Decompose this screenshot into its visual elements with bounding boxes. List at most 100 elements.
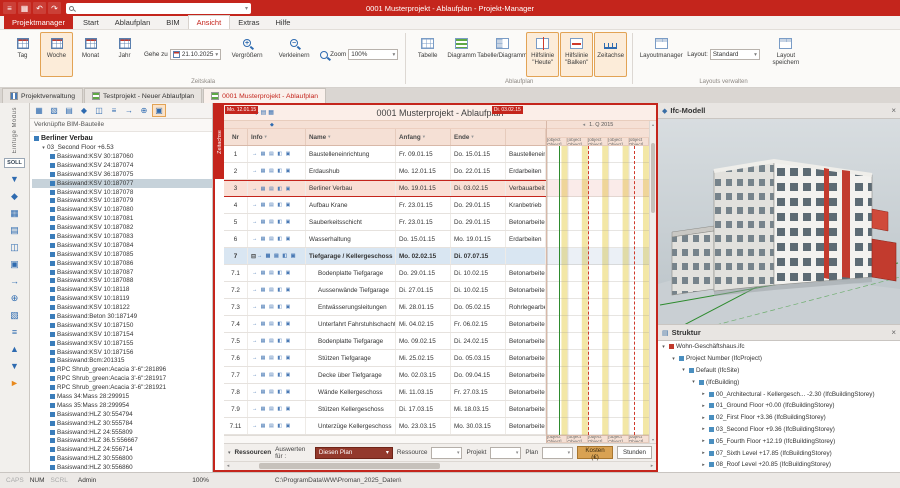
ressource-select[interactable]: ▾	[431, 447, 462, 459]
ribbon-tab[interactable]: BIM	[158, 16, 187, 29]
add-icon[interactable]: ⊕	[5, 290, 25, 307]
bim-item[interactable]: Basiswand:KSV 10:187081	[32, 214, 212, 223]
struktur-tree-node[interactable]: ▾ Wohn-Geschäftshaus.ifc	[658, 341, 900, 353]
document-tab[interactable]: Testprojekt - Neuer Ablaufplan	[84, 88, 202, 103]
gantt-table-row[interactable]: 1 → ▦ ▤ ◧ ▣ Baustelleneinrichtung Fr. 09…	[224, 146, 546, 163]
document-tab[interactable]: 0001 Musterprojekt - Ablaufplan	[203, 88, 326, 103]
bim-item[interactable]: Basiswand:HLZ 24:555809	[32, 428, 212, 437]
bim-item[interactable]: Basiswand:KSV 10:187078	[32, 188, 212, 197]
soll-badge[interactable]: SOLL	[4, 158, 25, 168]
bim-item[interactable]: Basiswand:Bcm:201315	[32, 356, 212, 365]
gantt-table-row[interactable]: 7.5 → ▦ ▤ ◧ ▣ Bodenplatte Tiefgarage Mo.…	[224, 333, 546, 350]
bim-item[interactable]: Mass 34:Mass 28:299915	[32, 392, 212, 401]
monat-button[interactable]: Monat	[74, 32, 107, 77]
bim-item[interactable]: Basiswand:HLZ 30:555784	[32, 419, 212, 428]
run-icon[interactable]: ►	[5, 375, 25, 392]
storey-icon[interactable]: ▧	[47, 104, 61, 117]
scroll-left-icon[interactable]: ◂	[583, 122, 586, 128]
bim-item[interactable]: Basiswand:HLZ 36.5:556667	[32, 437, 212, 446]
column-header-nr[interactable]: Nr	[224, 129, 248, 145]
close-icon[interactable]: ×	[891, 106, 896, 115]
undo-icon[interactable]: ↶	[33, 2, 46, 14]
bim-item[interactable]: Basiswand:HLZ 30:556800	[32, 454, 212, 463]
filter-icon[interactable]: ▼	[5, 171, 25, 188]
grid-icon[interactable]: ▦	[5, 205, 25, 222]
tabelle-button[interactable]: Tabelle	[411, 32, 444, 77]
close-icon[interactable]: ×	[891, 328, 896, 337]
filter-arrow-icon[interactable]: ▾	[423, 134, 425, 140]
sort-diamond-icon[interactable]: ◆	[270, 122, 274, 128]
split-view-icon[interactable]: ◫	[5, 239, 25, 256]
column-header-info[interactable]: Info▾	[248, 129, 306, 145]
collapse-icon[interactable]: ⊟	[251, 253, 256, 260]
bim-item[interactable]: Basiswand:KSV 10:187150	[32, 321, 212, 330]
list-icon[interactable]: ▤	[5, 222, 25, 239]
ressourcen-title[interactable]: Ressourcen	[235, 449, 272, 456]
list-icon[interactable]: ▤	[62, 104, 76, 117]
bim-item[interactable]: Basiswand:KSV 10:18119	[32, 294, 212, 303]
hilfslinie-heute-button[interactable]: Hilfslinie "Heute"	[526, 32, 559, 77]
tree-arrow-icon[interactable]: ▸	[700, 391, 707, 397]
tag-button[interactable]: Tag	[6, 32, 39, 77]
row-info-icons[interactable]: → ▦ ▤ ◧ ▣	[248, 282, 306, 298]
bim-item[interactable]: Basiswand:KSV 10:187087	[32, 268, 212, 277]
column-header-ende[interactable]: Ende▾	[451, 129, 506, 145]
move-down-icon[interactable]: ▼	[5, 358, 25, 375]
gantt-table-row[interactable]: 7.1 → ▦ ▤ ◧ ▣ Bodenplatte Tiefgarage Do.…	[224, 265, 546, 282]
tabelle-diagramm-button[interactable]: Tabelle/Diagramm	[479, 32, 525, 77]
bim-tree-floor[interactable]: ▾03_Second Floor +6.53	[32, 143, 212, 152]
ribbon-tab[interactable]: Ablaufplan	[107, 16, 158, 29]
scrollbar-thumb[interactable]	[651, 143, 655, 213]
bim-item[interactable]: Basiswand:KSV 10:187082	[32, 223, 212, 232]
scroll-left-icon[interactable]: ◂	[224, 462, 232, 470]
gantt-table-row[interactable]: 5 → ▦ ▤ ◧ ▣ Sauberkeitsschicht Fr. 23.01…	[224, 214, 546, 231]
row-info-icons[interactable]: → ▦ ▤ ◧ ▣	[248, 197, 306, 213]
row-info-icons[interactable]: → ▦ ▤ ◧ ▣	[248, 401, 306, 417]
gantt-table-row[interactable]: 7.3 → ▦ ▤ ◧ ▣ Entwässerungsleitungen Mi.…	[224, 299, 546, 316]
bim-item[interactable]: RPC Shrub_green:Acacia 3'-6":281896	[32, 365, 212, 374]
gantt-table-row[interactable]: 3 → ▦ ▤ ◧ ▣ Berliner Verbau Mo. 19.01.15…	[224, 180, 546, 197]
zoom-select[interactable]: 100%▾	[348, 49, 398, 60]
collapse-chevron-icon[interactable]: ▾	[228, 450, 231, 456]
tree-arrow-icon[interactable]: ▸	[700, 415, 707, 421]
bim-item[interactable]: Basiswand:HLZ 30:556860	[32, 463, 212, 472]
split-icon[interactable]: ◫	[92, 104, 106, 117]
layout-speichern-button[interactable]: Layout speichern	[763, 32, 809, 77]
gantt-table-row[interactable]: 7.11 → ▦ ▤ ◧ ▣ Unterzüge Kellergeschoss …	[224, 418, 546, 435]
search-dropdown-icon[interactable]: ▾	[245, 5, 248, 12]
filter-arrow-icon[interactable]: ▾	[265, 134, 267, 140]
gantt-table-row[interactable]: 6 → ▦ ▤ ◧ ▣ Wasserhaltung Do. 15.01.15 M…	[224, 231, 546, 248]
link-icon[interactable]: →	[122, 104, 136, 117]
rows-icon[interactable]: ≡	[5, 324, 25, 341]
gantt-table-row[interactable]: 7.4 → ▦ ▤ ◧ ▣ Unterfahrt Fahrstuhlschach…	[224, 316, 546, 333]
row-info-icons[interactable]: → ▦ ▤ ◧ ▣	[248, 181, 306, 196]
save-icon[interactable]: ▦	[18, 2, 31, 14]
tree-arrow-icon[interactable]: ▸	[700, 426, 707, 432]
gehe-zu-date-select[interactable]: 21.10.2025▾	[170, 49, 221, 60]
row-info-icons[interactable]: → ▦ ▤ ◧ ▣	[248, 350, 306, 366]
scroll-down-icon[interactable]: ▾	[650, 436, 656, 443]
scrollbar-thumb[interactable]	[259, 463, 440, 469]
gantt-table-row[interactable]: 4 → ▦ ▤ ◧ ▣ Aufbau Krane Fr. 23.01.15 Do…	[224, 197, 546, 214]
tree-arrow-icon[interactable]: ▾	[680, 367, 687, 373]
bim-item[interactable]: Basiswand:KSV 10:187088	[32, 276, 212, 285]
struktur-tree-node[interactable]: ▾ Project Number (IfcProject)	[658, 353, 900, 365]
bim-item[interactable]: Basiswand:KSV 10:187156	[32, 348, 212, 357]
horizontal-scrollbar[interactable]: ◂ ▸	[224, 461, 656, 470]
row-info-icons[interactable]: → ▦ ▤ ◧ ▣	[248, 231, 306, 247]
bim-item[interactable]: Basiswand:KSV 10:187154	[32, 330, 212, 339]
verkleinern-button[interactable]: −Verkleinern	[271, 32, 317, 77]
bim-item[interactable]: Basiswand:KSV 30:187060	[32, 152, 212, 161]
struktur-tree-node[interactable]: ▾ Default (IfcSite)	[658, 365, 900, 377]
layout-select[interactable]: Standard▾	[710, 49, 760, 60]
bim-item[interactable]: Basiswand:KSV 24:187074	[32, 161, 212, 170]
bim-item[interactable]: Mass 35:Mass 28:299954	[32, 401, 212, 410]
diagramm-button[interactable]: Diagramm	[445, 32, 478, 77]
plan-select[interactable]: ▾	[542, 447, 573, 459]
bim-item[interactable]: Basiswand:HLZ 24:556714	[32, 445, 212, 454]
document-tab[interactable]: Projektverwaltung	[2, 88, 83, 103]
bim-tree-root[interactable]: Berliner Verbau	[32, 133, 212, 143]
redo-icon[interactable]: ↷	[48, 2, 61, 14]
gantt-table-row[interactable]: 2 → ▦ ▤ ◧ ▣ Erdaushub Mo. 12.01.15 Do. 2…	[224, 163, 546, 180]
highlight-icon[interactable]: ▣	[152, 104, 166, 117]
